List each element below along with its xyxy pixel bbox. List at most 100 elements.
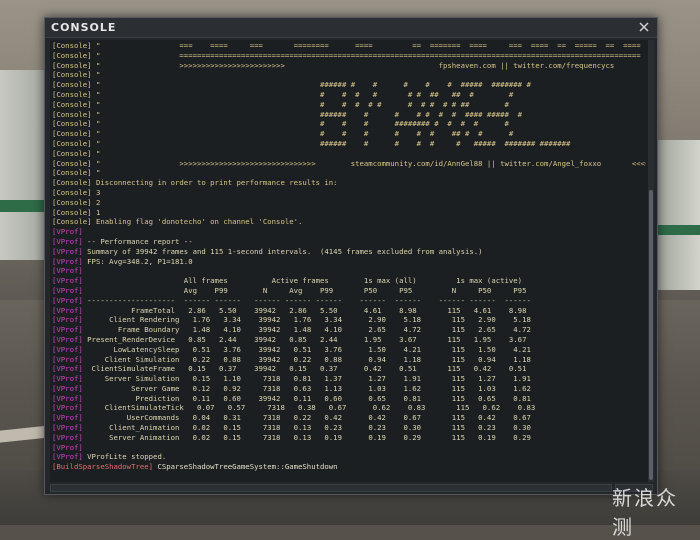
line-prefix: [VProf] — [52, 344, 83, 354]
line-prefix: [Console] — [52, 41, 92, 50]
console-line: [Console] " === ==== === ======== ==== =… — [52, 41, 646, 51]
line-prefix: [VProf] — [52, 364, 83, 374]
line-text: Frame Boundary 1.48 4.10 39942 1.48 4.10… — [82, 325, 531, 335]
line-text: " ======================================… — [91, 50, 641, 60]
line-text: " # # # ######## # # # # # — [91, 119, 509, 129]
console-line: [Console] " # # # # # # ## # # # — [52, 129, 646, 139]
line-text: Prediction 0.11 0.60 39942 0.11 0.60 0.6… — [82, 393, 531, 403]
line-prefix: [VProf] — [52, 266, 83, 276]
scrollbar-thumb[interactable] — [649, 190, 653, 480]
console-scrollbar[interactable] — [648, 40, 654, 482]
console-line: [VProf] VProfLite stopped. — [52, 452, 646, 462]
line-prefix: [Console] — [52, 109, 92, 119]
console-line: [VProf] Client Rendering 1.76 3.34 39942… — [52, 315, 646, 325]
line-prefix: [Console] — [52, 138, 92, 148]
console-title: CONSOLE — [51, 21, 117, 34]
line-prefix: [VProf] — [52, 305, 83, 315]
line-prefix: [VProf] — [52, 432, 83, 442]
line-prefix: [VProf] — [52, 256, 83, 266]
line-prefix: [VProf] — [52, 403, 83, 413]
line-text: " ###### # # # # # ##### ####### ####### — [91, 138, 571, 148]
line-prefix: [Console] — [52, 168, 92, 178]
console-input[interactable] — [50, 484, 612, 492]
line-prefix: [VProf] — [52, 246, 83, 256]
line-text: " # # # # # # # # # # ## # — [91, 99, 509, 109]
line-text: Server Game 0.12 0.92 7318 0.63 1.13 1.0… — [82, 383, 531, 393]
close-icon[interactable] — [637, 20, 651, 34]
line-prefix: [Console] — [52, 178, 92, 188]
train-stripe-right — [652, 225, 700, 235]
line-text: Client Simulation 0.22 0.88 39942 0.22 0… — [82, 354, 531, 364]
console-line: [Console] Disconnecting in order to prin… — [52, 178, 646, 188]
line-prefix: [Console] — [52, 99, 92, 109]
line-prefix: [Console] — [52, 89, 92, 99]
watermark-logo: 新浪众测 — [612, 482, 692, 539]
line-text: ClientSimulateFrame 0.15 0.37 39942 0.15… — [82, 364, 527, 374]
line-prefix: [VProf] — [52, 276, 83, 286]
console-line: [VProf] Client Simulation 0.22 0.88 3994… — [52, 355, 646, 365]
line-text: CSparseShadowTreeGameSystem::GameShutdow… — [153, 462, 338, 472]
line-text: " ###### # # # # # ##### ####### # — [91, 80, 531, 90]
line-text: " >>>>>>>>>>>>>>>>>>>>>>>>>>>>>>> steamc… — [91, 158, 646, 168]
line-text: Avg P99 N Avg P99 P50 P95 N P50 P95 — [82, 285, 527, 295]
train-car-right — [652, 140, 700, 290]
console-line: [Console] " ###### # # # # # # #### ####… — [52, 110, 646, 120]
console-line: [VProf] LowLatencySleep 0.51 3.76 39942 … — [52, 345, 646, 355]
console-line: [Console] 3 — [52, 188, 646, 198]
line-prefix: [Console] — [52, 129, 92, 139]
line-prefix: [Console] — [52, 148, 92, 158]
line-text: FPS: Avg=348.2, P1=181.0 — [82, 256, 193, 266]
line-prefix: [Console] — [52, 80, 92, 90]
console-line: [VProf] UserCommands 0.04 0.31 7318 0.22… — [52, 413, 646, 423]
console-line: [Console] " ============================… — [52, 51, 646, 61]
console-line: [VProf] Avg P99 N Avg P99 P50 P95 N P50 … — [52, 286, 646, 296]
line-text: 1 — [91, 207, 101, 217]
line-prefix: [VProf] — [52, 325, 83, 335]
line-prefix: [VProf] — [52, 393, 83, 403]
console-line: [VProf] Server Game 0.12 0.92 7318 0.63 … — [52, 384, 646, 394]
line-text: -------------------- ------ ------ -----… — [82, 295, 531, 305]
line-text: " — [91, 70, 101, 80]
console-line: [Console] " # # # # # # # # # # ## # — [52, 100, 646, 110]
console-line: [VProf] Server Animation 0.02 0.15 7318 … — [52, 433, 646, 443]
console-titlebar[interactable]: CONSOLE — [45, 18, 657, 38]
console-line: [VProf] -------------------- ------ ----… — [52, 296, 646, 306]
line-prefix: [Console] — [52, 119, 92, 129]
line-text: Client Rendering 1.76 3.34 39942 1.76 3.… — [82, 315, 531, 325]
console-line: [VProf] — [52, 443, 646, 453]
line-text: " — [91, 148, 101, 158]
console-line: [VProf] FPS: Avg=348.2, P1=181.0 — [52, 257, 646, 267]
line-prefix: [VProf] — [52, 452, 83, 462]
line-text: Present_RenderDevice 0.85 2.44 39942 0.8… — [82, 334, 527, 344]
line-prefix: [Console] — [52, 207, 92, 217]
console-line: [VProf] Present_RenderDevice 0.85 2.44 3… — [52, 335, 646, 345]
console-lines: [Console] " === ==== === ======== ==== =… — [50, 40, 648, 472]
line-text: 3 — [91, 187, 101, 197]
line-prefix: [Console] — [52, 60, 92, 70]
console-line: [Console] " — [52, 70, 646, 80]
console-line: [VProf] Summary of 39942 frames and 115 … — [52, 247, 646, 257]
console-line: [BuildSparseShadowTree] CSparseShadowTre… — [52, 462, 646, 472]
console-line: [VProf] ClientSimulateFrame 0.15 0.37 39… — [52, 364, 646, 374]
line-text: Enabling flag 'donotecho' on channel 'Co… — [91, 217, 303, 227]
line-text: Client_Animation 0.02 0.15 7318 0.13 0.2… — [82, 423, 531, 433]
line-prefix: [VProf] — [52, 285, 83, 295]
line-text: LowLatencySleep 0.51 3.76 39942 0.51 3.7… — [82, 344, 531, 354]
console-line: [Console] " ###### # # # # # ##### #####… — [52, 139, 646, 149]
console-line: [Console] 1 — [52, 208, 646, 218]
line-prefix: [VProf] — [52, 315, 83, 325]
watermark-text: 新浪众测 — [612, 486, 678, 539]
line-prefix: [Console] — [52, 187, 92, 197]
line-prefix: [VProf] — [52, 236, 83, 246]
line-text: 2 — [91, 197, 101, 207]
console-line: [VProf] All frames Active frames 1s max … — [52, 276, 646, 286]
console-line: [VProf] ClientSimulateTick 0.07 0.57 731… — [52, 403, 646, 413]
console-line: [Console] " # # # ######## # # # # # — [52, 119, 646, 129]
line-text: All frames Active frames 1s max (all) 1s… — [82, 276, 523, 286]
line-prefix: [VProf] — [52, 374, 83, 384]
line-text: " — [91, 168, 101, 178]
console-output[interactable]: [Console] " === ==== === ======== ==== =… — [50, 40, 648, 482]
line-prefix: [Console] — [52, 70, 92, 80]
line-text: -- Performance report -- — [82, 236, 193, 246]
line-text: FrameTotal 2.86 5.50 39942 2.86 5.50 4.6… — [82, 305, 527, 315]
